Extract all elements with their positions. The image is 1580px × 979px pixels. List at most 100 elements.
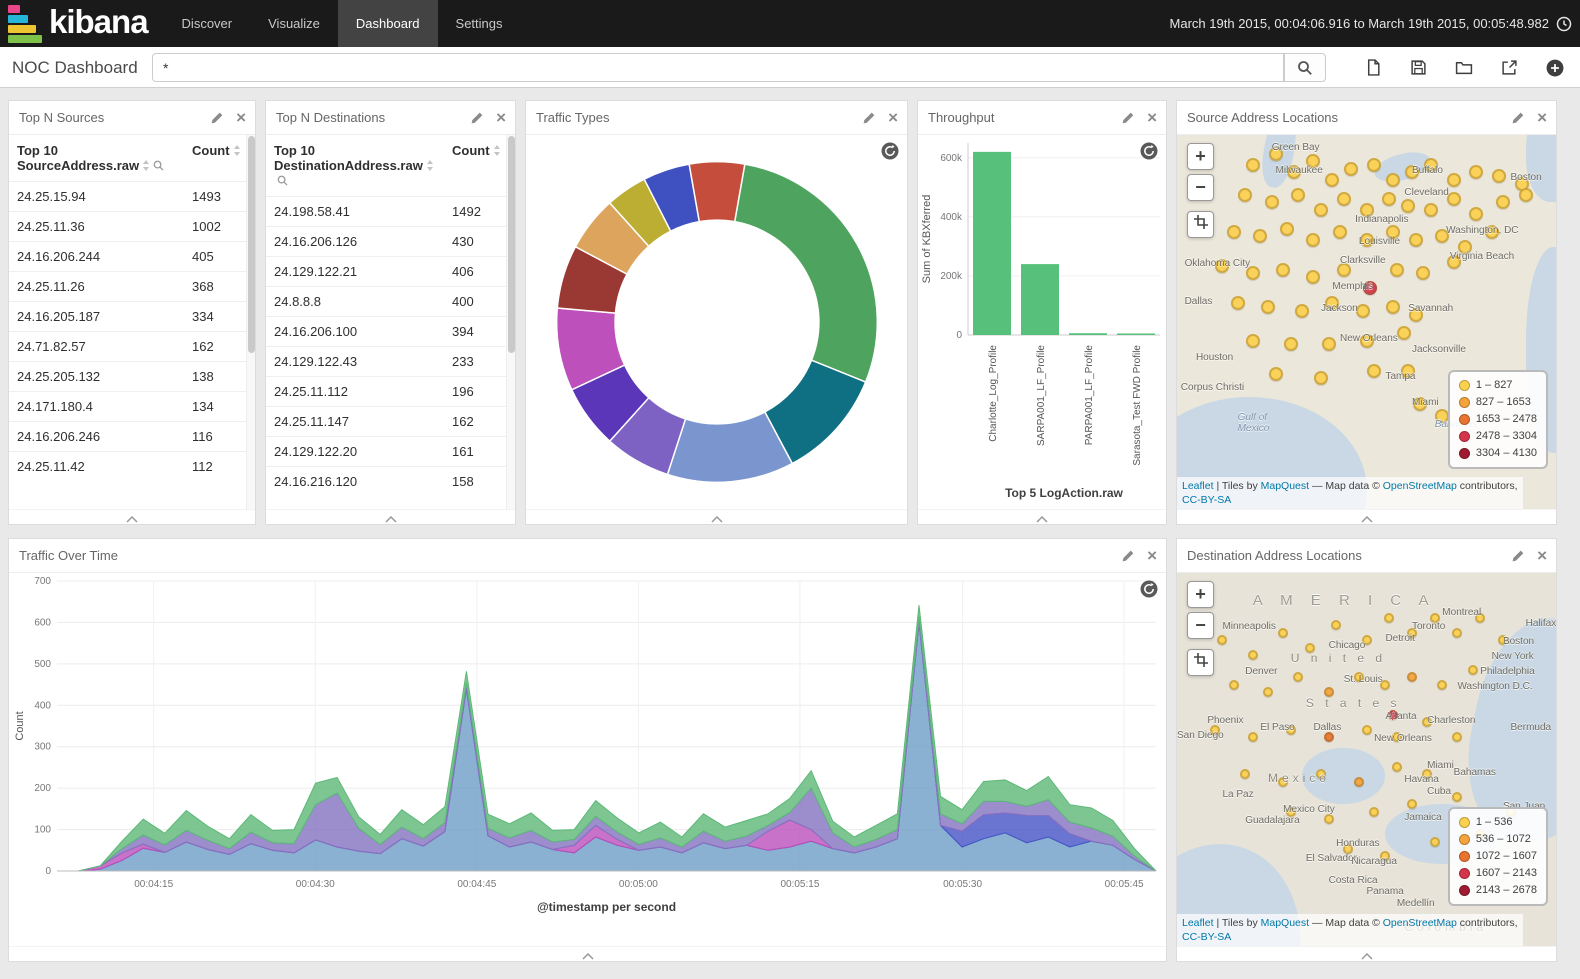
map-marker[interactable]	[1369, 807, 1379, 817]
map-marker[interactable]	[1362, 725, 1372, 735]
edit-icon[interactable]	[471, 112, 483, 124]
donut-segment[interactable]	[689, 162, 745, 222]
map-marker[interactable]	[1246, 334, 1260, 348]
map-marker[interactable]	[1367, 158, 1381, 172]
query-input[interactable]	[152, 53, 1284, 82]
map-marker[interactable]	[1337, 192, 1351, 206]
map-marker[interactable]	[1430, 837, 1440, 847]
cc-by-sa-link[interactable]: CC-BY-SA	[1182, 931, 1231, 943]
map-marker[interactable]	[1452, 732, 1462, 742]
edit-icon[interactable]	[1122, 112, 1134, 124]
close-icon[interactable]: ×	[1147, 109, 1157, 126]
map-marker[interactable]	[1331, 620, 1341, 630]
spy-toggle-icon[interactable]	[1140, 580, 1158, 603]
map-marker[interactable]	[1409, 233, 1423, 247]
zoom-out-button[interactable]: −	[1187, 612, 1214, 639]
zoom-in-button[interactable]: +	[1187, 143, 1214, 170]
map-marker[interactable]	[1424, 203, 1438, 217]
column-header-count[interactable]: Count	[184, 135, 246, 182]
leaflet-link[interactable]: Leaflet	[1182, 480, 1214, 492]
close-icon[interactable]: ×	[888, 109, 898, 126]
sort-icon[interactable]	[233, 145, 241, 156]
map-marker[interactable]	[1333, 225, 1347, 239]
close-icon[interactable]: ×	[236, 109, 246, 126]
edit-icon[interactable]	[863, 112, 875, 124]
bar[interactable]	[1117, 334, 1155, 336]
close-icon[interactable]: ×	[1537, 109, 1547, 126]
map-marker[interactable]	[1231, 296, 1245, 310]
fit-bounds-button[interactable]	[1187, 649, 1214, 676]
sort-icon[interactable]	[142, 160, 150, 171]
fit-bounds-button[interactable]	[1187, 211, 1214, 238]
map-marker[interactable]	[1217, 635, 1227, 645]
map-marker[interactable]	[1416, 266, 1430, 280]
map-marker[interactable]	[1390, 263, 1404, 277]
collapse-button[interactable]	[1177, 946, 1556, 961]
share-dashboard-icon[interactable]	[1501, 59, 1518, 76]
collapse-button[interactable]	[9, 946, 1166, 961]
edit-icon[interactable]	[1122, 550, 1134, 562]
new-dashboard-icon[interactable]	[1365, 59, 1382, 76]
collapse-button[interactable]	[9, 509, 255, 524]
collapse-button[interactable]	[1177, 509, 1556, 524]
scrollbar-thumb[interactable]	[508, 136, 515, 353]
search-icon[interactable]	[277, 175, 288, 186]
map-marker[interactable]	[1401, 199, 1415, 213]
zoom-out-button[interactable]: −	[1187, 174, 1214, 201]
map-marker[interactable]	[1322, 337, 1336, 351]
map-marker[interactable]	[1325, 173, 1339, 187]
close-icon[interactable]: ×	[496, 109, 506, 126]
map-marker[interactable]	[1354, 777, 1364, 787]
save-dashboard-icon[interactable]	[1410, 59, 1427, 76]
add-panel-icon[interactable]	[1546, 59, 1564, 77]
map-marker[interactable]	[1469, 207, 1483, 221]
map-marker[interactable]	[1261, 300, 1275, 314]
map-marker[interactable]	[1291, 188, 1305, 202]
map-marker[interactable]	[1468, 665, 1478, 675]
map-marker[interactable]	[1437, 680, 1447, 690]
map-marker[interactable]	[1469, 165, 1483, 179]
time-filter[interactable]: March 19th 2015, 00:04:06.916 to March 1…	[1170, 0, 1580, 47]
map-marker[interactable]	[1280, 222, 1294, 236]
cc-by-sa-link[interactable]: CC-BY-SA	[1182, 494, 1231, 506]
edit-icon[interactable]	[1512, 112, 1524, 124]
map-marker[interactable]	[1306, 270, 1320, 284]
collapse-button[interactable]	[918, 509, 1166, 524]
map-marker[interactable]	[1265, 195, 1279, 209]
close-icon[interactable]: ×	[1147, 547, 1157, 564]
map-marker[interactable]	[1386, 173, 1400, 187]
map-marker[interactable]	[1238, 188, 1252, 202]
close-icon[interactable]: ×	[1537, 547, 1547, 564]
collapse-button[interactable]	[266, 509, 515, 524]
osm-link[interactable]: OpenStreetMap	[1383, 480, 1457, 492]
map-canvas[interactable]: A M E R I C AMinneapolisMontrealHalifaxT…	[1177, 573, 1556, 946]
nav-settings[interactable]: Settings	[438, 0, 521, 47]
map-marker[interactable]	[1276, 263, 1290, 277]
scrollbar[interactable]	[506, 135, 515, 509]
sort-icon[interactable]	[426, 160, 434, 171]
leaflet-link[interactable]: Leaflet	[1182, 917, 1214, 929]
open-dashboard-icon[interactable]	[1455, 59, 1473, 76]
map-marker[interactable]	[1407, 799, 1417, 809]
search-button[interactable]	[1284, 53, 1326, 82]
bar[interactable]	[1069, 333, 1107, 335]
map-marker[interactable]	[1295, 304, 1309, 318]
bar[interactable]	[973, 152, 1011, 335]
column-header-source-address[interactable]: Top 10 SourceAddress.raw	[9, 135, 184, 182]
collapse-button[interactable]	[526, 509, 907, 524]
scrollbar[interactable]	[246, 135, 255, 509]
map-marker[interactable]	[1382, 192, 1396, 206]
map-marker[interactable]	[1263, 687, 1273, 697]
map-marker[interactable]	[1253, 229, 1267, 243]
map-marker[interactable]	[1367, 364, 1381, 378]
map-marker[interactable]	[1284, 337, 1298, 351]
map-marker[interactable]	[1227, 225, 1241, 239]
nav-discover[interactable]: Discover	[164, 0, 251, 47]
map-marker[interactable]	[1246, 158, 1260, 172]
map-marker[interactable]	[1452, 792, 1462, 802]
map-marker[interactable]	[1293, 672, 1303, 682]
map-marker[interactable]	[1229, 680, 1239, 690]
map-canvas[interactable]: Green BayMilwaukeeBuffaloBostonCleveland…	[1177, 135, 1556, 509]
zoom-in-button[interactable]: +	[1187, 581, 1214, 608]
map-marker[interactable]	[1324, 732, 1334, 742]
